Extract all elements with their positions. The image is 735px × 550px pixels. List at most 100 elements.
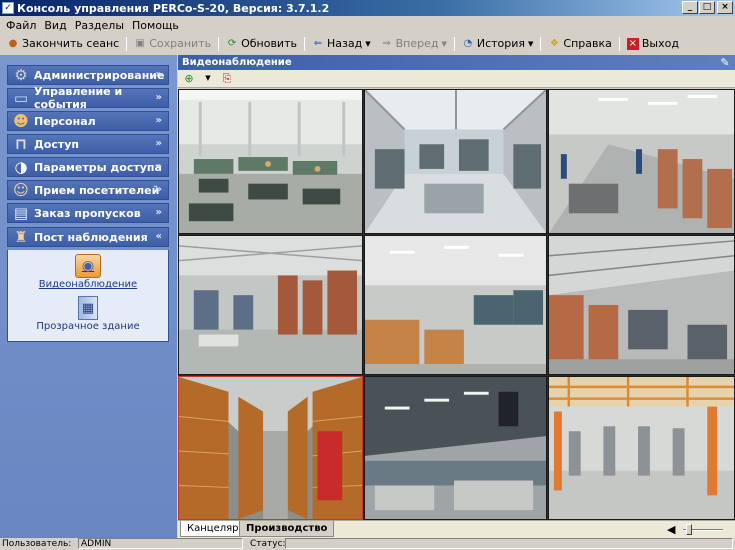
visitor-icon: ☺	[13, 181, 29, 199]
nav-group-administration[interactable]: ⚙ Администрирование »	[7, 65, 169, 85]
nav-item-transparent-building[interactable]: ▦ Прозрачное здание	[8, 296, 168, 332]
volume-control[interactable]: ◀	[667, 523, 727, 536]
save-icon: ▣	[135, 37, 145, 49]
menu-view[interactable]: Вид	[40, 19, 70, 32]
toolbar-separator	[218, 36, 220, 51]
speaker-icon: ◀	[667, 523, 676, 536]
nav-group-label: Заказ пропусков	[34, 206, 141, 220]
camera-view[interactable]	[548, 235, 735, 375]
camera-view-selected[interactable]	[178, 376, 363, 520]
window-controls: _ □ ×	[681, 1, 733, 14]
back-label: Назад	[326, 37, 363, 50]
camera-view[interactable]	[548, 89, 735, 234]
nav-group-access-params[interactable]: ◑ Параметры доступа »	[7, 157, 169, 177]
chevron-up-icon: «	[155, 231, 162, 242]
status-bar: Пользователь: ADMIN Статус:	[0, 538, 735, 550]
chevron-down-icon: »	[155, 138, 162, 149]
help-book-icon: ❖	[549, 37, 559, 49]
menu-file[interactable]: Файл	[2, 19, 40, 32]
toolbar-separator	[618, 36, 620, 51]
nav-group-guard-post-items: ◉ Видеонаблюдение ▦ Прозрачное здание	[7, 250, 169, 342]
nav-group-label: Доступ	[34, 137, 80, 151]
nav-group-access[interactable]: ⊓ Доступ »	[7, 134, 169, 154]
toolbar-separator	[303, 36, 305, 51]
minimize-button[interactable]: _	[682, 1, 698, 14]
history-label: История	[476, 37, 526, 50]
forward-button[interactable]: ⇒ Вперед ▼	[376, 35, 452, 52]
history-icon: ◔	[463, 37, 473, 49]
end-session-button[interactable]: ● Закончить сеанс	[2, 35, 124, 52]
camera-feed-turnstiles	[549, 377, 734, 519]
maximize-button[interactable]: □	[699, 1, 715, 14]
refresh-icon: ⟳	[227, 37, 237, 49]
chevron-down-icon: »	[155, 207, 162, 218]
camera-icon: ◉	[75, 254, 101, 278]
export-icon[interactable]: ⎘	[218, 71, 236, 86]
nav-group-label: Параметры доступа	[34, 160, 162, 174]
save-button[interactable]: ▣ Сохранить	[129, 35, 216, 52]
menu-sections[interactable]: Разделы	[71, 19, 128, 32]
forward-label: Вперед	[395, 37, 439, 50]
back-button[interactable]: ⇐ Назад ▼	[307, 35, 376, 52]
main-toolbar: ● Закончить сеанс ▣ Сохранить ⟳ Обновить…	[0, 34, 679, 53]
card-icon: ▤	[13, 204, 29, 222]
menu-bar: Файл Вид Разделы Помощь	[0, 16, 735, 34]
nav-group-visitors[interactable]: ☺ Прием посетителей »	[7, 180, 169, 200]
refresh-label: Обновить	[241, 37, 297, 50]
camera-view[interactable]	[364, 376, 547, 520]
history-button[interactable]: ◔ История ▼	[457, 35, 539, 52]
camera-feed-production	[549, 236, 734, 374]
nav-group-label: Прием посетителей	[34, 183, 160, 197]
nav-group-label: Персонал	[34, 114, 96, 128]
close-button[interactable]: ×	[717, 1, 733, 14]
nav-item-video-surveillance[interactable]: ◉ Видеонаблюдение	[8, 254, 168, 290]
nav-group-guard-post[interactable]: ♜ Пост наблюдения «	[7, 227, 169, 247]
help-icon[interactable]: ✎	[718, 56, 732, 69]
tab-production[interactable]: Производство	[239, 521, 335, 537]
nav-group-pass-orders[interactable]: ▤ Заказ пропусков »	[7, 203, 169, 223]
menu-help[interactable]: Помощь	[128, 19, 183, 32]
guard-icon: ♜	[14, 228, 28, 246]
camera-grid	[178, 89, 735, 520]
exit-label: Выход	[641, 37, 679, 50]
camera-feed-hall	[365, 377, 546, 519]
save-label: Сохранить	[149, 37, 212, 50]
refresh-button[interactable]: ⟳ Обновить	[221, 35, 302, 52]
dropdown-caret-icon[interactable]: ▼	[199, 71, 217, 86]
app-icon: ✓	[2, 2, 14, 14]
nav-group-label: Пост наблюдения	[34, 230, 148, 244]
arrow-right-icon: ⇒	[382, 37, 391, 49]
nav-group-personnel[interactable]: ☻ Персонал »	[7, 111, 169, 131]
toolbar-separator	[540, 36, 542, 51]
toolbar-separator	[453, 36, 455, 51]
add-layout-icon[interactable]: ⊕	[180, 71, 198, 86]
nav-item-label: Видеонаблюдение	[38, 279, 138, 290]
camera-view[interactable]	[178, 235, 363, 375]
building-icon: ▦	[78, 296, 98, 320]
nav-group-control-events[interactable]: ▭ Управление и события »	[7, 85, 169, 111]
user-label: Пользователь:	[2, 539, 72, 549]
section-header: Видеонаблюдение ✎	[178, 55, 735, 70]
exit-button[interactable]: × Выход	[622, 35, 684, 52]
dropdown-caret-icon: ▼	[528, 39, 534, 48]
monitor-icon: ▭	[13, 89, 29, 107]
volume-slider[interactable]	[686, 524, 693, 535]
camera-feed-racks	[179, 377, 362, 519]
people-icon: ☻	[13, 112, 29, 130]
camera-view[interactable]	[548, 376, 735, 520]
camera-view[interactable]	[364, 235, 547, 375]
camera-feed-warehouse	[365, 236, 546, 374]
camera-view[interactable]	[178, 89, 363, 234]
help-button[interactable]: ❖ Справка	[543, 35, 616, 52]
user-logout-icon: ●	[8, 37, 18, 49]
camera-feed-office	[179, 90, 362, 233]
chevron-down-icon: »	[155, 69, 162, 80]
title-bar: ✓ Консоль управления PERCo-S-20, Версия:…	[0, 0, 735, 16]
camera-tabs-bar: Канцелярия Производство ◀	[178, 520, 735, 538]
camera-view[interactable]	[364, 89, 547, 234]
dropdown-caret-icon: ▼	[365, 39, 371, 48]
nav-group-label: Управление и события	[34, 85, 123, 111]
help-label: Справка	[563, 37, 612, 50]
camera-feed-floor	[179, 236, 362, 374]
toolbar-separator	[126, 36, 128, 51]
